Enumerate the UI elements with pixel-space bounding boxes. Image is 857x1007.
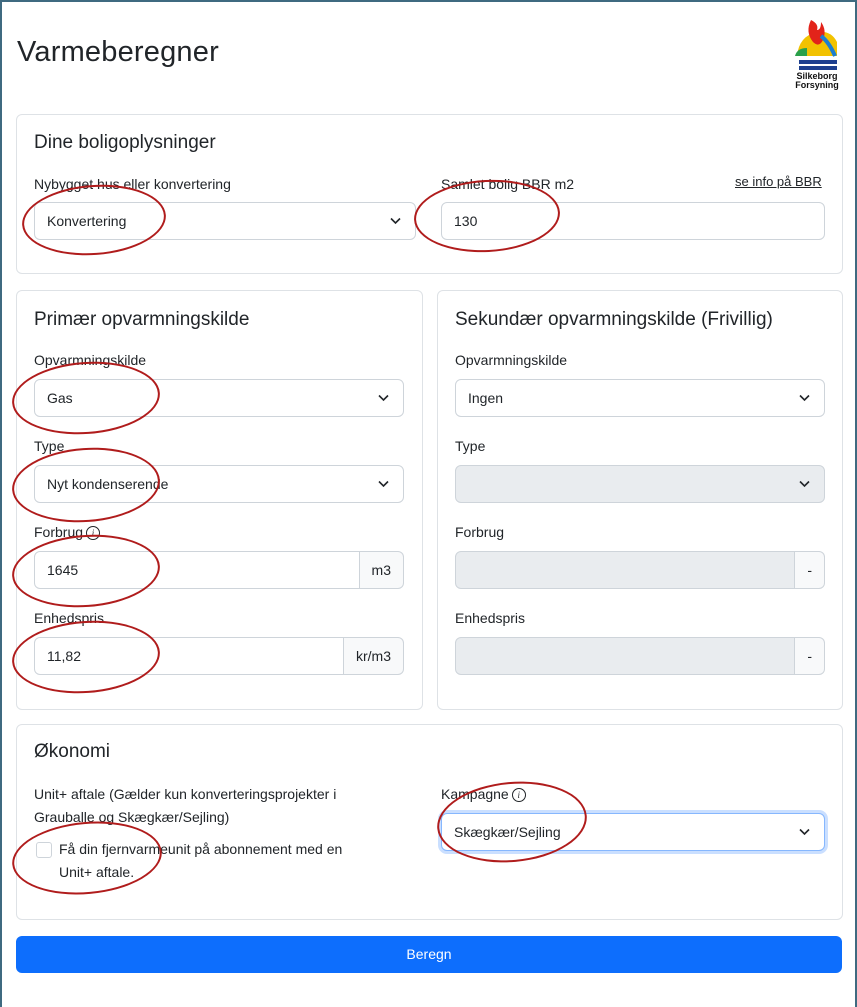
secondary-price-input bbox=[455, 637, 796, 675]
chevron-down-icon bbox=[378, 466, 389, 488]
chevron-down-icon bbox=[378, 380, 389, 402]
house-type-select[interactable]: Konvertering bbox=[34, 202, 416, 240]
secondary-source-select[interactable]: Ingen bbox=[455, 379, 825, 417]
primary-type-label: Type bbox=[34, 438, 65, 454]
info-icon[interactable]: i bbox=[86, 526, 101, 540]
secondary-price-unit: - bbox=[795, 637, 825, 675]
area-value: 130 bbox=[454, 213, 478, 229]
calculate-button[interactable]: Beregn bbox=[16, 936, 842, 973]
secondary-price-label: Enhedspris bbox=[455, 610, 526, 626]
chevron-down-icon bbox=[799, 814, 810, 836]
primary-usage-group: 1645 m3 bbox=[34, 551, 404, 589]
chevron-down-icon bbox=[799, 466, 810, 488]
secondary-usage-input bbox=[455, 551, 796, 589]
secondary-source-value: Ingen bbox=[468, 390, 504, 406]
primary-usage-label: Forbrug i bbox=[34, 524, 101, 540]
primary-usage-label-text: Forbrug bbox=[34, 524, 84, 540]
primary-price-group: 11,82 kr/m3 bbox=[34, 637, 404, 675]
unit-plus-checkbox-label-line2[interactable]: Unit+ aftale. bbox=[59, 864, 134, 880]
campaign-value: Skægkær/Sejling bbox=[454, 824, 561, 840]
logo-flame-icon bbox=[795, 20, 837, 70]
area-label: Samlet bolig BBR m2 bbox=[441, 176, 575, 192]
area-input[interactable]: 130 bbox=[441, 202, 825, 240]
house-type-label: Nybygget hus eller konvertering bbox=[34, 176, 231, 192]
primary-source-value: Gas bbox=[47, 390, 73, 406]
silkeborg-forsyning-logo: Silkeborg Forsyning bbox=[791, 12, 843, 92]
primary-source-label: Opvarmningskilde bbox=[34, 352, 147, 368]
secondary-usage-unit: - bbox=[795, 551, 825, 589]
unit-plus-label-line1: Unit+ aftale (Gælder kun konverteringspr… bbox=[34, 786, 337, 802]
bbr-info-link[interactable]: se info på BBR bbox=[735, 174, 822, 189]
primary-source-select[interactable]: Gas bbox=[34, 379, 404, 417]
unit-plus-checkbox[interactable] bbox=[36, 842, 52, 858]
secondary-usage-group: - bbox=[455, 551, 825, 589]
logo-text-2: Forsyning bbox=[795, 80, 839, 90]
page-title: Varmeberegner bbox=[17, 36, 219, 68]
unit-plus-label-line2: Grauballe og Skægkær/Sejling) bbox=[34, 809, 230, 825]
economy-heading: Økonomi bbox=[34, 741, 111, 762]
chevron-down-icon bbox=[390, 203, 401, 225]
primary-usage-input[interactable]: 1645 bbox=[34, 551, 360, 589]
primary-price-label: Enhedspris bbox=[34, 610, 105, 626]
secondary-type-label: Type bbox=[455, 438, 486, 454]
unit-plus-checkbox-label-line1[interactable]: Få din fjernvarmeunit på abonnement med … bbox=[59, 841, 342, 857]
info-icon[interactable]: i bbox=[511, 788, 526, 802]
primary-price-unit: kr/m3 bbox=[344, 637, 404, 675]
secondary-type-select bbox=[455, 465, 825, 503]
campaign-label-text: Kampagne bbox=[441, 786, 509, 802]
housing-heading: Dine boligoplysninger bbox=[34, 132, 216, 153]
secondary-usage-label: Forbrug bbox=[455, 524, 505, 540]
secondary-source-label: Opvarmningskilde bbox=[455, 352, 568, 368]
primary-type-value: Nyt kondenserende bbox=[47, 476, 169, 492]
primary-price-input[interactable]: 11,82 bbox=[34, 637, 344, 675]
primary-type-select[interactable]: Nyt kondenserende bbox=[34, 465, 404, 503]
campaign-label: Kampagne i bbox=[441, 786, 526, 802]
primary-usage-unit: m3 bbox=[359, 551, 404, 589]
secondary-heading: Sekundær opvarmningskilde (Frivillig) bbox=[455, 309, 773, 330]
chevron-down-icon bbox=[799, 380, 810, 402]
primary-heading: Primær opvarmningskilde bbox=[34, 309, 250, 330]
house-type-value: Konvertering bbox=[47, 213, 127, 229]
campaign-select[interactable]: Skægkær/Sejling bbox=[441, 813, 825, 851]
secondary-price-group: - bbox=[455, 637, 825, 675]
